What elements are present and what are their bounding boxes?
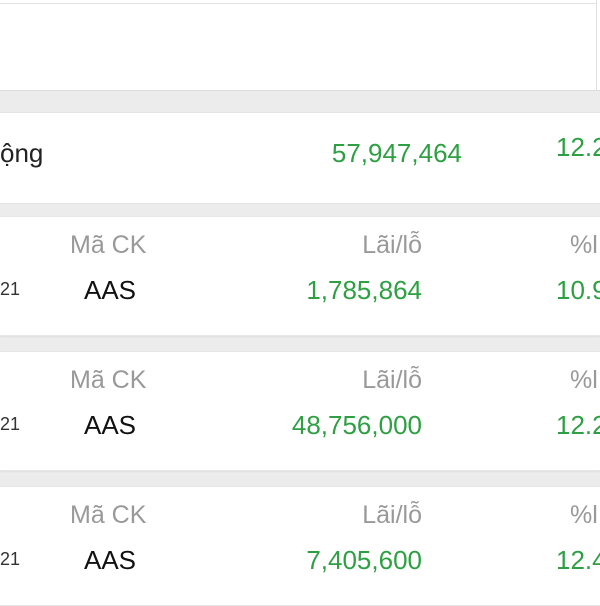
summary-total-value: 57,947,464 (331, 138, 462, 168)
profit-loss-value: 48,756,000 (291, 410, 422, 440)
stock-code-header: Mã CK (70, 366, 147, 394)
position-card[interactable]: 21 Mã CK Lãi/lỗ %l AAS 1,785,864 10.9 (0, 216, 600, 336)
profit-loss-value: 1,785,864 (306, 275, 422, 305)
date-fragment: 21 (0, 549, 21, 569)
date-fragment: 21 (0, 414, 21, 434)
top-divider (0, 3, 596, 4)
profit-loss-header: Lãi/lỗ (362, 231, 422, 259)
profit-loss-value: 7,405,600 (306, 545, 422, 575)
position-card[interactable]: 21 Mã CK Lãi/lỗ %l AAS 48,756,000 12.2 (0, 351, 600, 471)
date-fragment: 21 (0, 279, 21, 299)
percent-header: %l (570, 231, 598, 259)
summary-percent: 12.2 (556, 132, 600, 162)
right-edge-divider (596, 0, 597, 90)
percent-header: %l (570, 501, 598, 529)
profit-loss-header: Lãi/lỗ (362, 366, 422, 394)
stock-code: AAS (84, 410, 137, 440)
position-card[interactable]: 21 Mã CK Lãi/lỗ %l AAS 7,405,600 12.4 (0, 486, 600, 606)
percent-value: 12.2 (556, 410, 600, 440)
stock-code-header: Mã CK (70, 501, 147, 529)
percent-value: 10.9 (556, 275, 600, 305)
top-header-panel (0, 0, 600, 91)
stock-code-header: Mã CK (70, 231, 147, 259)
percent-value: 12.4 (556, 545, 600, 575)
profit-loss-header: Lãi/lỗ (362, 501, 422, 529)
summary-label: ộng (0, 138, 44, 168)
percent-header: %l (570, 366, 598, 394)
total-summary-row[interactable] (0, 112, 600, 204)
stock-code: AAS (84, 275, 137, 305)
stock-code: AAS (84, 545, 137, 575)
